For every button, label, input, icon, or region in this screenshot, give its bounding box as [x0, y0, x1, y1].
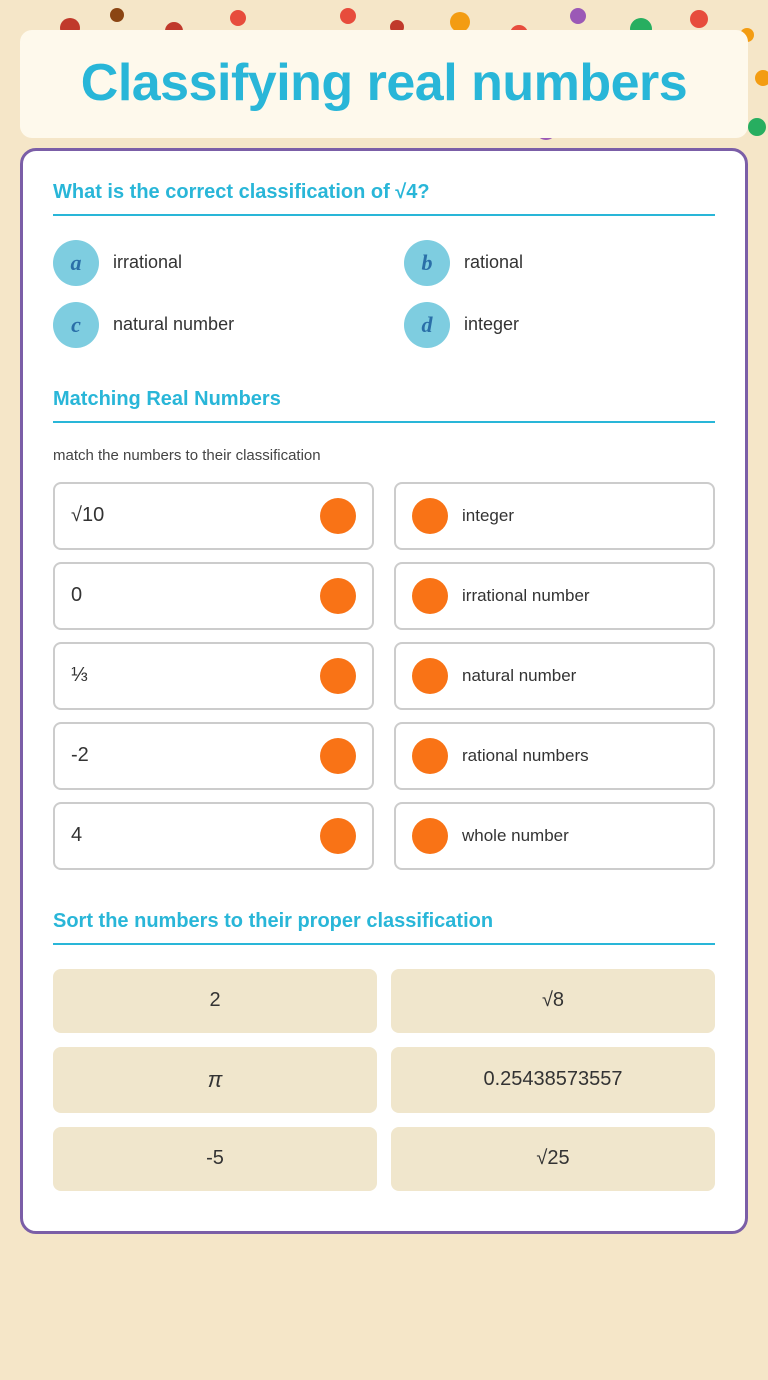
match-right-item[interactable]: natural number: [394, 642, 715, 710]
option-circle-a: a: [53, 240, 99, 286]
match-right-item[interactable]: whole number: [394, 802, 715, 870]
match-instruction: match the numbers to their classificatio…: [53, 447, 715, 464]
match-right-item[interactable]: integer: [394, 482, 715, 550]
match-connector-dot-left: [320, 818, 356, 854]
match-connector-dot-left: [320, 578, 356, 614]
match-left-value: -2: [71, 744, 89, 767]
matching-section: Matching Real Numbers match the numbers …: [53, 388, 715, 870]
option-label-a: irrational: [113, 252, 182, 273]
option-label-d: integer: [464, 314, 519, 335]
option-item-b[interactable]: b rational: [404, 240, 715, 286]
match-left-item[interactable]: √10: [53, 482, 374, 550]
match-right-item[interactable]: irrational number: [394, 562, 715, 630]
match-left-value: 4: [71, 824, 82, 847]
sort-value: 2: [209, 989, 220, 1012]
matching-divider: [53, 421, 715, 423]
option-label-b: rational: [464, 252, 523, 273]
match-right-value: integer: [462, 506, 514, 526]
sort-title: Sort the numbers to their proper classif…: [53, 910, 715, 933]
title-card: Classifying real numbers: [20, 30, 748, 138]
sort-item[interactable]: √8: [391, 969, 715, 1033]
sort-item[interactable]: √25: [391, 1127, 715, 1191]
sort-value: 0.25438573557: [483, 1068, 622, 1091]
match-left-value: √10: [71, 504, 104, 527]
sort-grid: 2 √8 π 0.25438573557 -5 √25: [53, 969, 715, 1191]
option-circle-c: c: [53, 302, 99, 348]
sort-divider: [53, 943, 715, 945]
match-left-value: ⅓: [71, 664, 88, 687]
match-left-item[interactable]: -2: [53, 722, 374, 790]
sort-item[interactable]: -5: [53, 1127, 377, 1191]
match-left-item[interactable]: ⅓: [53, 642, 374, 710]
sort-section: Sort the numbers to their proper classif…: [53, 910, 715, 1191]
match-connector-dot-right: [412, 658, 448, 694]
match-right-value: natural number: [462, 666, 576, 686]
question-section: What is the correct classification of √4…: [53, 181, 715, 348]
match-left-col: √10 0 ⅓ -2 4: [53, 482, 374, 870]
question-title: What is the correct classification of √4…: [53, 181, 715, 204]
matching-title: Matching Real Numbers: [53, 388, 715, 411]
match-right-value: whole number: [462, 826, 569, 846]
match-connector-dot-right: [412, 578, 448, 614]
sort-item[interactable]: 2: [53, 969, 377, 1033]
option-item-a[interactable]: a irrational: [53, 240, 364, 286]
match-connector-dot-right: [412, 738, 448, 774]
option-item-c[interactable]: c natural number: [53, 302, 364, 348]
section-divider: [53, 214, 715, 216]
main-card: What is the correct classification of √4…: [20, 148, 748, 1234]
match-connector-dot-right: [412, 498, 448, 534]
option-circle-d: d: [404, 302, 450, 348]
match-right-value: rational numbers: [462, 746, 589, 766]
match-right-col: integer irrational number natural number…: [394, 482, 715, 870]
option-circle-b: b: [404, 240, 450, 286]
page-title: Classifying real numbers: [50, 54, 718, 114]
option-label-c: natural number: [113, 314, 234, 335]
sort-item[interactable]: 0.25438573557: [391, 1047, 715, 1113]
match-connector-dot-left: [320, 658, 356, 694]
match-right-value: irrational number: [462, 586, 590, 606]
match-left-item[interactable]: 0: [53, 562, 374, 630]
match-left-value: 0: [71, 584, 82, 607]
sort-value: π: [208, 1067, 223, 1093]
sort-value: -5: [206, 1147, 224, 1170]
match-left-item[interactable]: 4: [53, 802, 374, 870]
match-connector-dot-left: [320, 738, 356, 774]
match-connector-dot-right: [412, 818, 448, 854]
sort-value: √8: [542, 989, 564, 1012]
match-right-item[interactable]: rational numbers: [394, 722, 715, 790]
match-connector-dot-left: [320, 498, 356, 534]
sort-item[interactable]: π: [53, 1047, 377, 1113]
match-rows: √10 0 ⅓ -2 4 integer irrational number n…: [53, 482, 715, 870]
option-item-d[interactable]: d integer: [404, 302, 715, 348]
options-grid: a irrational b rational c natural number…: [53, 240, 715, 348]
sort-value: √25: [536, 1147, 569, 1170]
